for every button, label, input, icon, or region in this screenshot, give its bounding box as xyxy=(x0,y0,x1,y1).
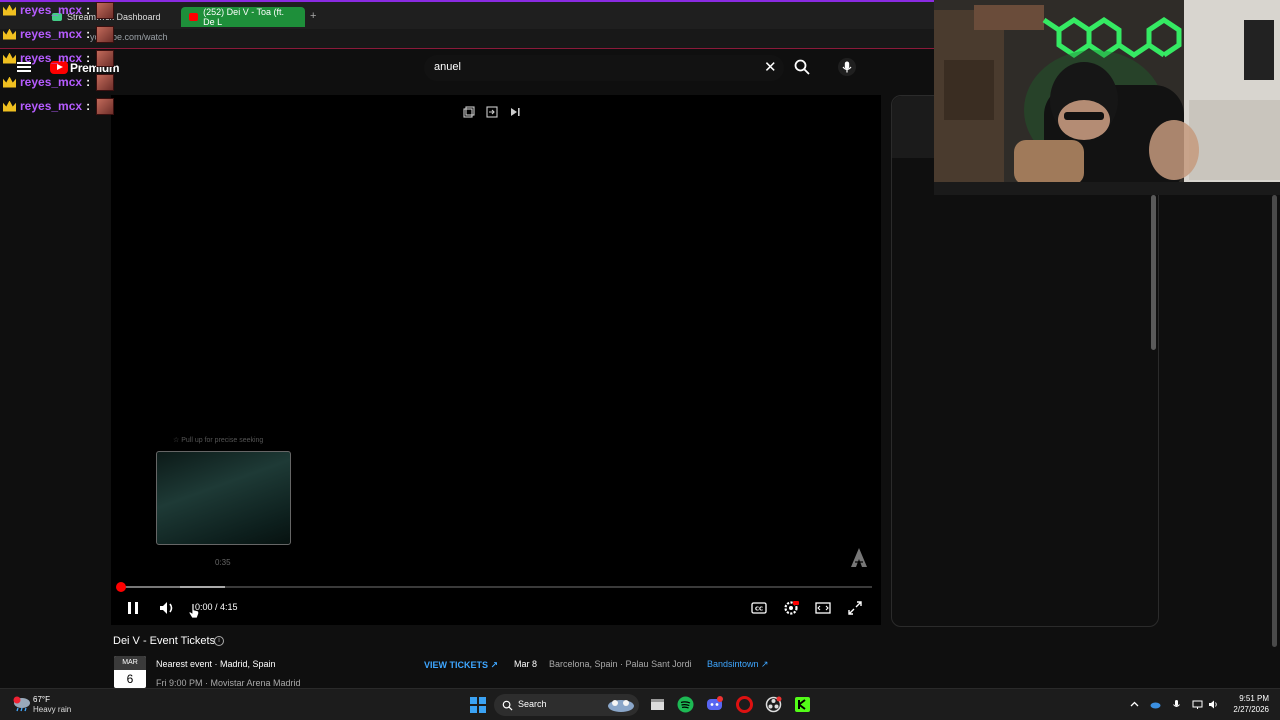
secondary-column-header xyxy=(892,96,934,158)
network-icon[interactable] xyxy=(1192,699,1203,710)
search-highlight-icon xyxy=(608,700,634,712)
clear-search-icon[interactable]: ✕ xyxy=(764,60,777,76)
nearest-event-label: Nearest event · Madrid, Spain xyxy=(156,659,276,669)
hand-cursor-icon xyxy=(188,603,200,619)
page-scrollbar[interactable] xyxy=(1272,195,1277,647)
chat-separator: : xyxy=(86,3,91,17)
seek-preview-time: 0:35 xyxy=(215,558,231,567)
file-explorer-icon[interactable] xyxy=(649,696,666,713)
event-date-badge: MAR 6 xyxy=(114,656,146,688)
clock-time[interactable]: 9:51 PM xyxy=(1225,694,1269,703)
skip-next-icon[interactable] xyxy=(509,106,521,118)
chat-emote-icon xyxy=(96,49,115,67)
rain-cloud-icon[interactable] xyxy=(12,696,32,712)
chat-separator: : xyxy=(86,75,91,89)
weather-description[interactable]: Heavy rain xyxy=(33,705,71,714)
clock-date[interactable]: 2/27/2026 xyxy=(1225,705,1269,714)
discord-icon[interactable] xyxy=(706,696,723,713)
pause-icon[interactable] xyxy=(123,598,143,618)
chat-emote-icon xyxy=(96,25,115,43)
speaker-icon[interactable] xyxy=(1208,699,1219,710)
youtube-favicon-icon xyxy=(189,13,199,21)
chat-username: reyes_mcx xyxy=(20,51,83,65)
crown-badge-icon xyxy=(3,76,16,88)
volume-icon[interactable] xyxy=(157,598,177,618)
settings-gear-icon[interactable] xyxy=(781,598,801,618)
chat-separator: : xyxy=(86,51,91,65)
miniplayer-icon[interactable] xyxy=(463,106,475,118)
seek-hint-text: ☆ Pull up for precise seeking xyxy=(173,437,264,444)
weather-temperature[interactable]: 67°F xyxy=(33,695,50,704)
event-month: MAR xyxy=(114,656,146,670)
taskbar-search-label: Search xyxy=(518,699,547,709)
search-input[interactable]: anuel ✕ xyxy=(424,55,784,81)
search-query: anuel xyxy=(434,61,461,73)
address-bar[interactable]: youtube.com/watch xyxy=(0,29,934,49)
chat-emote-icon xyxy=(96,1,115,19)
bandsintown-link[interactable]: Bandsintown ↗ xyxy=(707,659,769,670)
opera-browser-icon[interactable] xyxy=(736,696,753,713)
taskbar-search-icon xyxy=(502,700,513,711)
windows-taskbar: 67°F Heavy rain Search 9:51 PM 2/27/2026 xyxy=(0,688,1280,720)
secondary-scrollbar[interactable] xyxy=(1151,195,1156,350)
svg-text:CC: CC xyxy=(755,607,763,613)
progress-bar[interactable] xyxy=(120,586,872,588)
windows-start-icon[interactable] xyxy=(470,697,486,713)
time-display: 0:00 / 4:15 xyxy=(195,602,238,612)
screen: Stream…ck Dashboard (252) Dei V - Toa (f… xyxy=(0,0,1280,720)
next-event-date: Mar 8 xyxy=(514,659,538,669)
chat-message: reyes_mcx : xyxy=(3,73,115,91)
microphone-icon[interactable] xyxy=(838,58,856,76)
chat-message: reyes_mcx : xyxy=(3,1,115,19)
view-tickets-link[interactable]: VIEW TICKETS ↗ xyxy=(424,660,498,671)
crown-badge-icon xyxy=(3,28,16,40)
onedrive-icon[interactable] xyxy=(1150,699,1161,710)
next-event-place: Barcelona, Spain · Palau Sant Jordi xyxy=(549,659,692,669)
webcam-overlay xyxy=(934,0,1280,195)
chat-message: reyes_mcx : xyxy=(3,25,115,43)
event-tickets-title: Dei V - Event Tickets xyxy=(113,635,216,647)
video-player[interactable]: ☆ Pull up for precise seeking 0:35 0:00 … xyxy=(111,95,881,625)
obs-icon[interactable] xyxy=(765,696,782,713)
taskbar-search-box[interactable]: Search xyxy=(494,694,639,716)
channel-watermark-icon[interactable] xyxy=(849,547,869,569)
chat-separator: : xyxy=(86,27,91,41)
pip-exit-icon[interactable] xyxy=(486,106,498,118)
event-day: 6 xyxy=(126,672,134,686)
chat-separator: : xyxy=(86,99,91,113)
nearest-event-time: Fri 9:00 PM · Movistar Arena Madrid xyxy=(156,678,301,688)
crown-badge-icon xyxy=(3,52,16,64)
chat-emote-icon xyxy=(96,97,115,115)
tab-label: (252) Dei V - Toa (ft. De L xyxy=(203,7,285,27)
chat-message: reyes_mcx : xyxy=(3,49,115,67)
chat-message: reyes_mcx : xyxy=(3,97,115,115)
crown-badge-icon xyxy=(3,100,16,112)
search-icon[interactable] xyxy=(793,58,811,76)
tray-overflow-chevron-icon[interactable] xyxy=(1129,699,1140,710)
tray-microphone-icon[interactable] xyxy=(1171,699,1182,710)
kick-icon[interactable] xyxy=(794,696,811,713)
progress-buffered-segment xyxy=(120,586,181,588)
crown-badge-icon xyxy=(3,4,16,16)
chat-emote-icon xyxy=(96,73,115,91)
chat-username: reyes_mcx xyxy=(20,3,83,17)
chat-username: reyes_mcx xyxy=(20,75,83,89)
seek-preview-thumbnail xyxy=(156,451,291,545)
theater-mode-icon[interactable] xyxy=(813,598,833,618)
fullscreen-icon[interactable] xyxy=(845,598,865,618)
streamer-webcam-image xyxy=(934,0,1280,195)
tab-youtube-video[interactable]: (252) Dei V - Toa (ft. De L xyxy=(181,7,305,27)
info-icon[interactable]: i xyxy=(214,636,224,646)
chat-username: reyes_mcx xyxy=(20,99,83,113)
player-top-icons xyxy=(463,106,521,118)
browser-tab-strip: Stream…ck Dashboard (252) Dei V - Toa (f… xyxy=(0,0,934,29)
new-tab-button[interactable]: + xyxy=(310,10,316,22)
spotify-icon[interactable] xyxy=(677,696,694,713)
progress-scrubber-handle[interactable] xyxy=(116,582,126,592)
chat-username: reyes_mcx xyxy=(20,27,83,41)
subtitles-icon[interactable]: CC xyxy=(749,598,769,618)
